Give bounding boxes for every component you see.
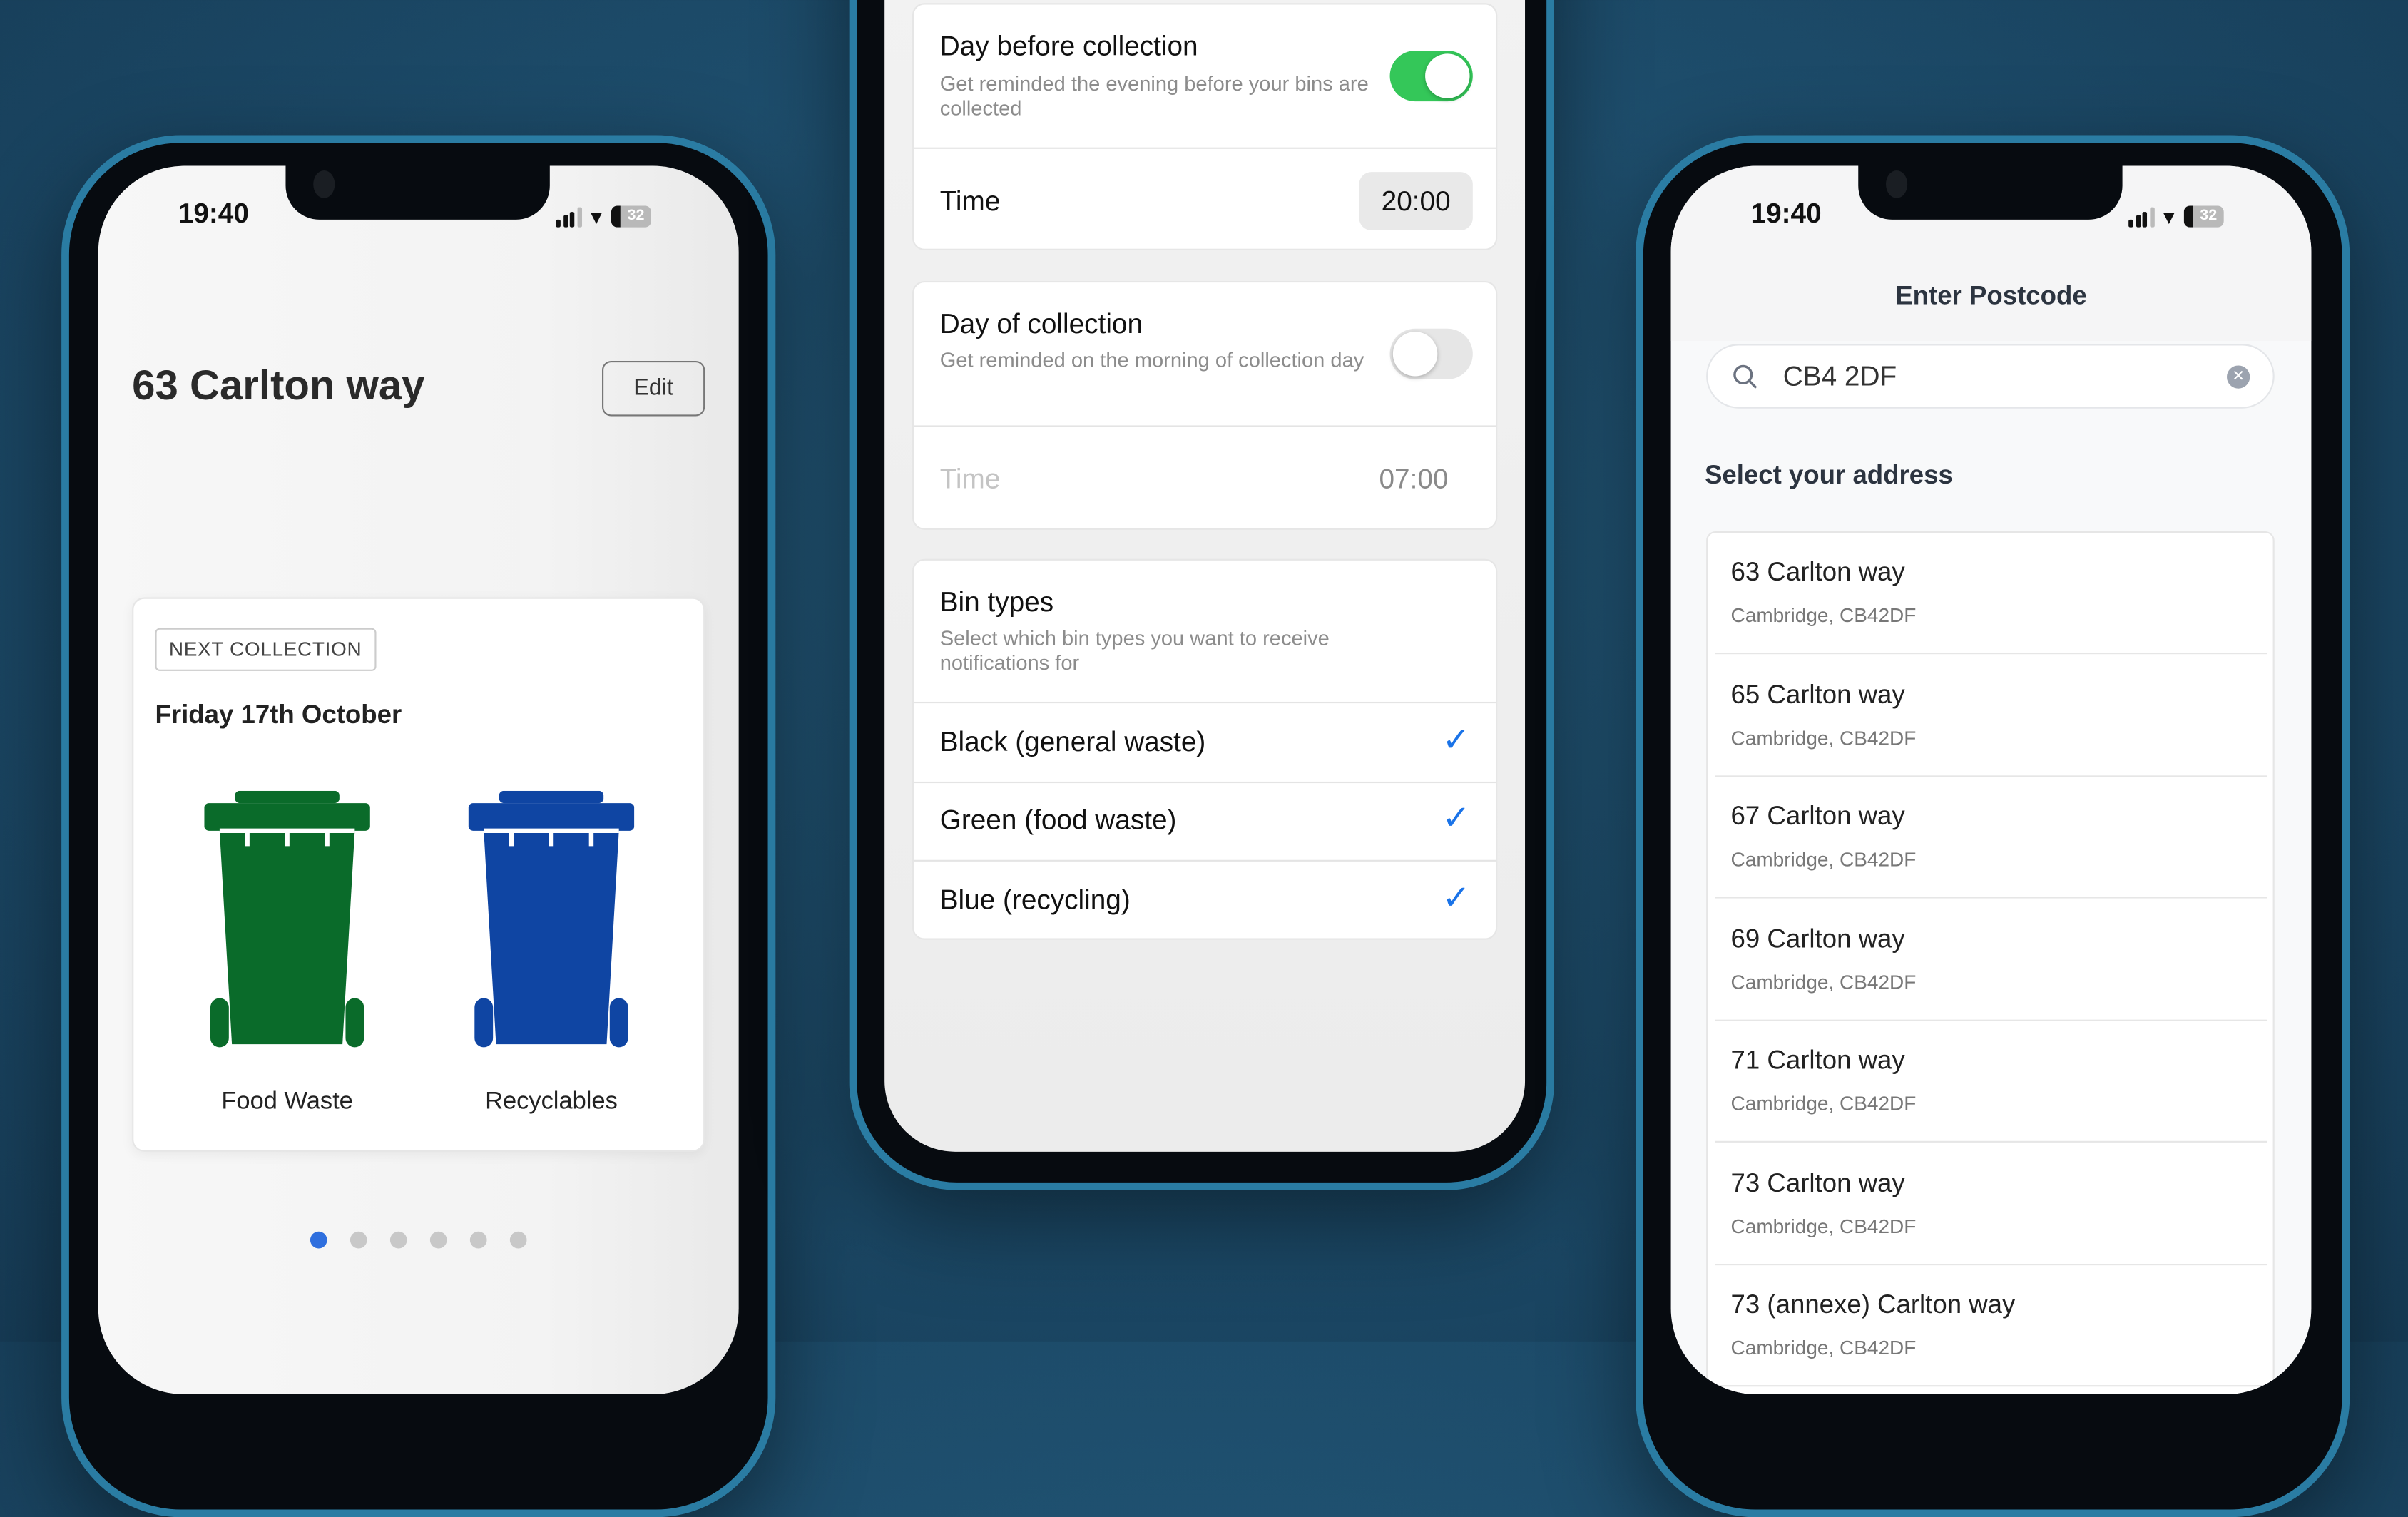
recyclables-label: Recyclables [485, 1088, 618, 1115]
address-line1: 65 Carlton way [1730, 679, 1905, 709]
address-line2: Cambridge, CB42DF [1730, 603, 1917, 627]
day-of-time-label: Time [939, 464, 1001, 495]
day-of-card: Day of collection Get reminded on the mo… [912, 281, 1498, 530]
day-of-title: Day of collection [939, 308, 1143, 339]
bin-type-row-green[interactable]: Green (food waste) ✓ [914, 783, 1496, 860]
address-line1: 73 (annexe) Carlton way [1730, 1289, 2016, 1319]
address-list: 63 Carlton way Cambridge, CB42DF 65 Carlto… [1706, 531, 2275, 1395]
address-line2: Cambridge, CB42DF [1730, 847, 1917, 871]
day-before-subtitle: Get reminded the evening before your bin… [939, 72, 1369, 120]
address-item[interactable]: 69 Carlton way Cambridge, CB42DF [1708, 899, 2272, 1021]
address-line1: 73 Carlton way [1730, 1168, 1905, 1197]
checkmark-icon: ✓ [1442, 878, 1471, 917]
battery-icon: 32 [611, 205, 651, 228]
page-dot[interactable] [469, 1231, 487, 1249]
page-dot[interactable] [389, 1231, 407, 1249]
address-line1: 67 Carlton way [1730, 801, 1905, 831]
address-line2: Cambridge, CB42DF [1730, 1214, 1917, 1237]
page-dot[interactable] [429, 1231, 447, 1249]
day-before-toggle[interactable] [1389, 51, 1473, 102]
day-before-time-picker[interactable]: 20:00 [1359, 172, 1473, 230]
bin-types-subtitle: Select which bin types you want to recei… [939, 626, 1330, 675]
settings-screen: Day before collection Get reminded the e… [884, 0, 1526, 1152]
status-time: 19:40 [178, 198, 249, 229]
next-collection-card: NEXT COLLECTION Friday 17th October Food… [132, 597, 705, 1152]
day-before-card: Day before collection Get reminded the e… [912, 3, 1498, 250]
status-icons: ▾ 32 [556, 203, 651, 230]
search-icon [1733, 364, 1757, 389]
wifi-icon: ▾ [2163, 204, 2175, 230]
signal-icon [556, 206, 581, 227]
screen-title: Enter Postcode [1895, 281, 2087, 310]
address-line1: 71 Carlton way [1730, 1046, 1905, 1076]
address-line2: Cambridge, CB42DF [1730, 1091, 1917, 1115]
edit-button[interactable]: Edit [602, 360, 705, 417]
page-dot[interactable] [310, 1231, 327, 1249]
address-line2: Cambridge, CB42DF [1730, 969, 1917, 993]
wifi-icon: ▾ [590, 204, 603, 230]
address-item[interactable]: 73 Carlton way Cambridge, CB42DF [1708, 1143, 2272, 1265]
collection-date: Friday 17th October [155, 700, 402, 730]
checkmark-icon: ✓ [1442, 720, 1471, 759]
bin-type-row-black[interactable]: Black (general waste) ✓ [914, 703, 1496, 782]
home-screen: 19:40 ▾ 32 63 Carlton way Edit NEXT COLL… [98, 165, 739, 1395]
bin-type-row-blue[interactable]: Blue (recycling) ✓ [914, 862, 1496, 940]
status-time: 19:40 [1750, 198, 1822, 229]
search-value: CB4 2DF [1782, 360, 1897, 392]
day-of-toggle[interactable] [1389, 328, 1473, 379]
food-waste-bin-icon [204, 790, 370, 1048]
food-waste-label: Food Waste [221, 1088, 353, 1115]
day-of-time-value: 07:00 [1379, 464, 1449, 495]
day-before-time-label: Time [939, 185, 1001, 217]
next-collection-badge: NEXT COLLECTION [155, 628, 376, 671]
address-item[interactable]: 65 Carlton way Cambridge, CB42DF [1708, 655, 2272, 777]
address-item[interactable]: 67 Carlton way Cambridge, CB42DF [1708, 777, 2272, 899]
select-address-label: Select your address [1704, 460, 1953, 490]
address-title: 63 Carlton way [132, 362, 425, 409]
bin-types-card: Bin types Select which bin types you wan… [912, 558, 1498, 940]
day-before-title: Day before collection [939, 31, 1198, 62]
address-item[interactable]: 63 Carlton way Cambridge, CB42DF [1708, 533, 2272, 655]
clear-search-icon[interactable]: ✕ [2226, 365, 2250, 389]
page-dot[interactable] [509, 1231, 527, 1249]
postcode-search-input[interactable]: CB4 2DF ✕ [1706, 344, 2275, 409]
battery-icon: 32 [2183, 205, 2224, 228]
address-item[interactable]: 73 (annexe) Carlton way Cambridge, CB42DF [1708, 1265, 2272, 1387]
address-line2: Cambridge, CB42DF [1730, 1336, 1917, 1359]
page-dot[interactable] [350, 1231, 367, 1249]
day-of-subtitle: Get reminded on the morning of collectio… [939, 348, 1364, 372]
bin-types-title: Bin types [939, 586, 1054, 618]
address-line2: Cambridge, CB42DF [1730, 725, 1917, 749]
postcode-screen: 19:40 ▾ 32 Enter Postcode CB4 2DF ✕ Sele… [1670, 165, 2312, 1395]
address-line1: 69 Carlton way [1730, 924, 1905, 953]
status-icons: ▾ 32 [2128, 203, 2224, 230]
signal-icon [2128, 206, 2154, 227]
address-item[interactable]: 71 Carlton way Cambridge, CB42DF [1708, 1021, 2272, 1143]
checkmark-icon: ✓ [1442, 798, 1471, 837]
address-line1: 63 Carlton way [1730, 557, 1905, 587]
recyclables-bin-icon [468, 790, 635, 1048]
